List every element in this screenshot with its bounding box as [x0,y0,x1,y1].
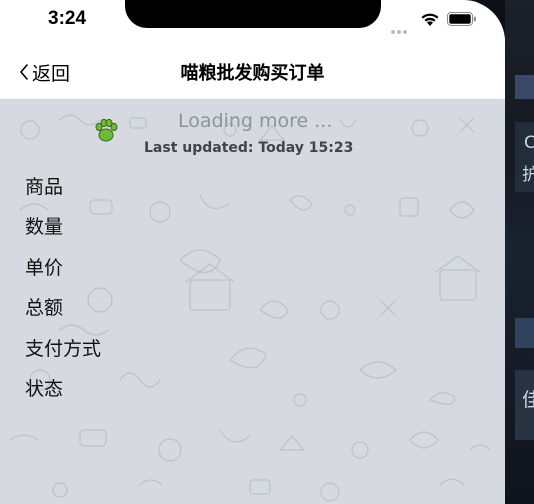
cellular-signal-icon [391,19,413,53]
paw-icon [95,118,118,142]
loading-status: Loading more ... [178,110,333,132]
last-updated-label: Last updated: Today 15:23 [144,140,354,156]
order-content[interactable]: Loading more ... Last updated: Today 15:… [0,100,505,504]
background-window [505,0,534,504]
status-time: 3:24 [48,8,87,29]
background-panel [515,75,534,99]
screen: C 护 佳 3:24 返回 喵粮批发购买订单 Loading more ... … [0,0,534,504]
background-panel [515,318,534,348]
pull-to-refresh-header: Loading more ... [0,106,505,142]
field-label-payment-method: 支付方式 [25,337,102,360]
field-label-quantity: 数量 [25,216,64,239]
background-glyph: 佳 [522,389,534,411]
background-glyph: 护 [522,165,534,185]
field-label-status: 状态 [25,377,64,400]
phone-screen: 3:24 返回 喵粮批发购买订单 Loading more ... Last u… [0,0,505,504]
battery-icon [447,12,476,26]
background-glyph: C [524,133,534,153]
field-label-unit-price: 单价 [25,256,64,279]
order-field-list: 商品 数量 单价 总额 支付方式 状态 [25,175,101,417]
device-notch [125,0,381,28]
status-bar: 3:24 [0,0,505,53]
field-label-product: 商品 [25,176,64,198]
navigation-bar: 返回 喵粮批发购买订单 [0,44,505,100]
page-title: 喵粮批发购买订单 [180,63,325,84]
wifi-icon [421,13,439,26]
field-label-total: 总额 [25,297,64,320]
